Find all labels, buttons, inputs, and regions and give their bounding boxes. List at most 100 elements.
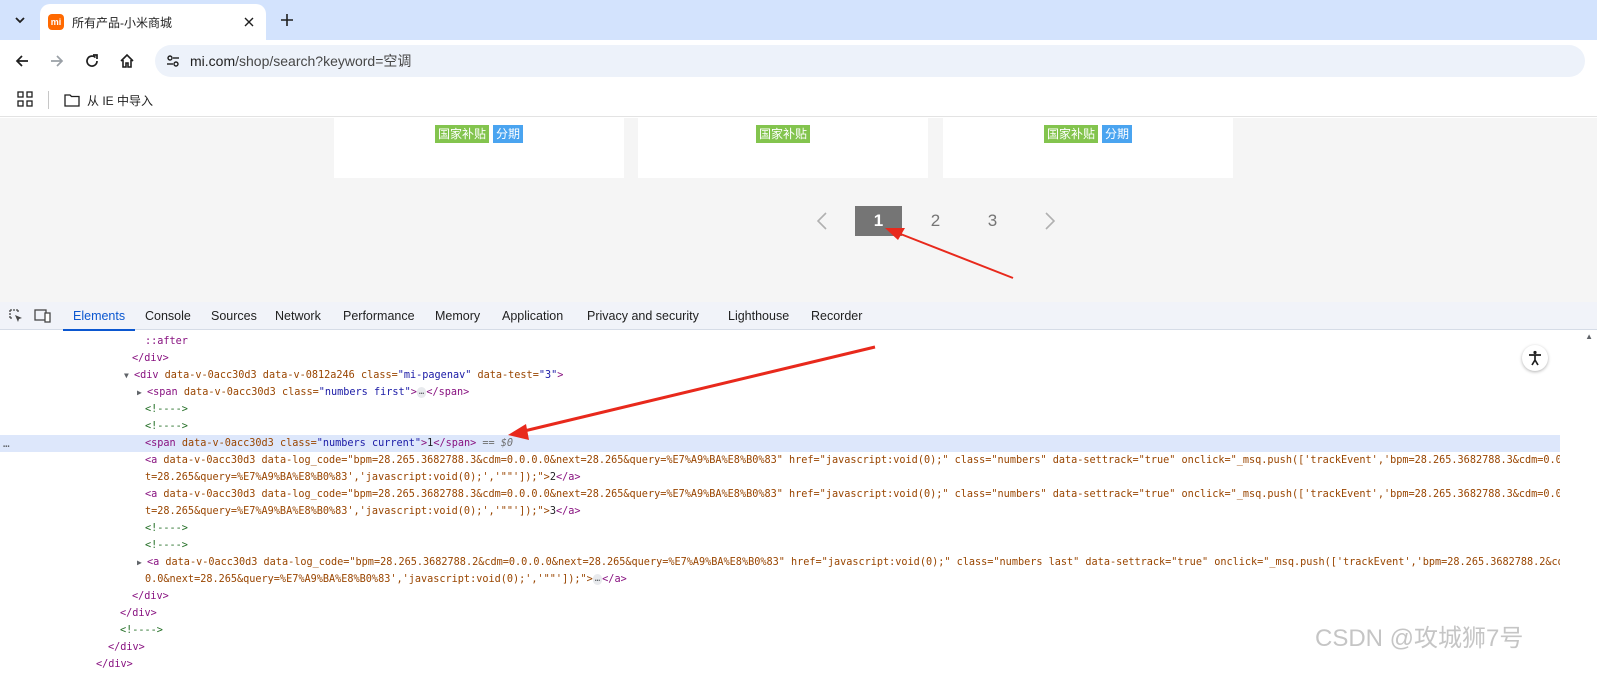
reload-button[interactable] xyxy=(80,49,104,73)
dom-node-after[interactable]: ::after xyxy=(0,333,1560,350)
attr-name: data-v-0acc30d3 class= xyxy=(181,438,317,449)
tag-text: </a> xyxy=(555,506,581,517)
browser-tab[interactable]: mi 所有产品-小米商城 xyxy=(40,4,266,40)
tag-text: </div> xyxy=(96,659,133,670)
dom-comment[interactable]: <!----> xyxy=(0,520,1560,537)
tag-subsidy: 国家补贴 xyxy=(755,125,810,143)
tag-text: </div> xyxy=(120,608,157,619)
dom-node-close[interactable]: </div> xyxy=(0,588,1560,605)
accessibility-tree-button[interactable] xyxy=(1522,345,1548,371)
attr-text: t=28.265&query=%E7%A9%BA%E8%B0%83','java… xyxy=(145,472,550,483)
ellipsis-badge[interactable]: … xyxy=(592,573,603,585)
dom-node-page2[interactable]: <a data-v-0acc30d3 data-log_code="bpm=28… xyxy=(0,452,1560,469)
scroll-up-arrow-icon[interactable]: ▲ xyxy=(1585,332,1593,341)
dom-comment[interactable]: <!----> xyxy=(0,537,1560,554)
tab-network[interactable]: Network xyxy=(275,302,321,330)
tab-recorder[interactable]: Recorder xyxy=(811,302,862,330)
page-viewport: 国家补贴 分期 国家补贴 国家补贴 分期 1 2 3 xyxy=(0,118,1597,302)
page-2-button[interactable]: 2 xyxy=(912,206,959,236)
attr-name: data-v-0acc30d3 data-v-0812a246 class= xyxy=(164,370,398,381)
tab-memory[interactable]: Memory xyxy=(435,302,480,330)
tag-text: </div> xyxy=(108,642,145,653)
attr-text: data-v-0acc30d3 data-log_code="bpm=28.26… xyxy=(163,455,1560,466)
dom-node-page3[interactable]: <a data-v-0acc30d3 data-log_code="bpm=28… xyxy=(0,486,1560,503)
tag-text: </div> xyxy=(132,353,169,364)
collapsed-triangle-icon[interactable]: ▶ xyxy=(137,384,147,401)
tab-performance[interactable]: Performance xyxy=(343,302,415,330)
chevron-down-icon xyxy=(15,17,25,24)
dom-node-close[interactable]: </div> xyxy=(0,656,1560,673)
attr-value: "numbers current" xyxy=(316,438,422,449)
bookmarks-separator xyxy=(48,91,49,109)
product-card[interactable]: 国家补贴 分期 xyxy=(943,118,1233,178)
back-button[interactable] xyxy=(10,49,34,73)
tag-installment: 分期 xyxy=(493,125,524,143)
collapsed-triangle-icon[interactable]: ▶ xyxy=(137,554,147,571)
dom-node-pagenav[interactable]: ▼ <div data-v-0acc30d3 data-v-0812a246 cl… xyxy=(0,367,1560,384)
address-bar[interactable]: mi.com/shop/search?keyword=空调 xyxy=(155,45,1585,77)
page-1-button[interactable]: 1 xyxy=(855,206,902,236)
dom-node-page2-cont[interactable]: t=28.265&query=%E7%A9%BA%E8%B0%83','java… xyxy=(0,469,1560,486)
device-icon xyxy=(34,309,51,323)
tag-installment: 分期 xyxy=(1102,125,1133,143)
arrow-left-icon xyxy=(15,55,28,67)
tab-lighthouse[interactable]: Lighthouse xyxy=(728,302,789,330)
tab-search-button[interactable] xyxy=(8,8,32,32)
more-options-icon[interactable]: … xyxy=(3,435,10,452)
home-button[interactable] xyxy=(115,49,139,73)
site-info-button[interactable] xyxy=(159,53,187,69)
pseudo-element: ::after xyxy=(145,336,188,347)
prev-page-button[interactable] xyxy=(798,206,845,236)
next-page-button[interactable] xyxy=(1026,206,1073,236)
tab-application[interactable]: Application xyxy=(502,302,563,330)
home-icon xyxy=(120,53,134,68)
product-card[interactable]: 国家补贴 xyxy=(638,118,928,178)
dom-node-current-selected[interactable]: … <span data-v-0acc30d3 class="numbers cu… xyxy=(0,435,1560,452)
tab-console[interactable]: Console xyxy=(145,302,191,330)
tab-elements[interactable]: Elements xyxy=(62,302,136,331)
mi-logo-icon: mi xyxy=(48,14,64,30)
close-tab-button[interactable] xyxy=(240,13,258,31)
tab-sources[interactable]: Sources xyxy=(211,302,257,330)
tab-privacy-security[interactable]: Privacy and security xyxy=(587,302,699,330)
inspect-icon xyxy=(9,309,22,322)
dom-node-page3-cont[interactable]: t=28.265&query=%E7%A9%BA%E8%B0%83','java… xyxy=(0,503,1560,520)
apps-button[interactable] xyxy=(17,91,33,112)
tag-text: </span> xyxy=(426,387,470,398)
tune-icon xyxy=(167,55,179,67)
device-toolbar-button[interactable] xyxy=(34,307,52,325)
forward-button[interactable] xyxy=(45,49,69,73)
chevron-right-icon xyxy=(1044,212,1055,230)
url-host: mi.com xyxy=(190,53,236,69)
dom-comment[interactable]: <!----> xyxy=(0,401,1560,418)
folder-icon xyxy=(64,94,80,107)
dom-node-close[interactable]: </div> xyxy=(0,350,1560,367)
tag-text: > xyxy=(557,370,564,381)
plus-icon xyxy=(281,14,293,26)
page-3-button[interactable]: 3 xyxy=(969,206,1016,236)
tag-text: </span> xyxy=(433,438,477,449)
dom-node-last[interactable]: ▶ <a data-v-0acc30d3 data-log_code="bpm=2… xyxy=(0,554,1560,571)
tab-title: 所有产品-小米商城 xyxy=(72,15,172,30)
attr-value: "mi-pagenav" xyxy=(397,370,472,381)
inspect-element-button[interactable] xyxy=(7,307,25,325)
new-tab-button[interactable] xyxy=(276,9,298,31)
expanded-triangle-icon[interactable]: ▼ xyxy=(124,367,134,384)
attr-text: t=28.265&query=%E7%A9%BA%E8%B0%83','java… xyxy=(145,506,550,517)
csdn-watermark: CSDN @攻城狮7号 xyxy=(1315,625,1524,652)
comment-text: <!----> xyxy=(145,523,188,534)
tag-text: <span xyxy=(147,387,184,398)
bookmark-folder-ie-import[interactable]: 从 IE 中导入 xyxy=(64,89,153,111)
dom-node-first[interactable]: ▶ <span data-v-0acc30d3 class="numbers fi… xyxy=(0,384,1560,401)
comment-text: <!----> xyxy=(145,540,188,551)
devtools-tabbar: Elements Console Sources Network Perform… xyxy=(0,302,1597,331)
comment-text: <!----> xyxy=(145,421,188,432)
reload-icon xyxy=(86,54,98,67)
ellipsis-badge[interactable]: … xyxy=(416,386,427,398)
dom-node-last-cont[interactable]: 0.0&next=28.265&query=%E7%A9%BA%E8%B0%83… xyxy=(0,571,1560,588)
product-card[interactable]: 国家补贴 分期 xyxy=(334,118,624,178)
tag-text: <div xyxy=(134,370,165,381)
url-path: /shop/search?keyword=空调 xyxy=(235,53,412,69)
comment-text: <!----> xyxy=(145,404,188,415)
dom-comment[interactable]: <!----> xyxy=(0,418,1560,435)
